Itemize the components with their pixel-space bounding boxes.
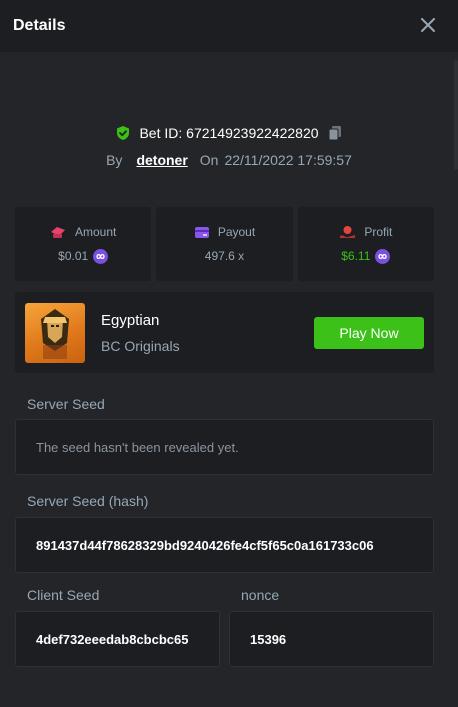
stat-amount-value: $0.01	[58, 249, 89, 263]
stat-amount: Amount $0.01	[15, 207, 152, 281]
server-seed-label: Server Seed	[27, 396, 105, 412]
stat-amount-label: Amount	[74, 224, 117, 239]
stat-amount-value-row: $0.01	[58, 248, 109, 264]
stat-payout-value: 497.6 x	[204, 249, 245, 263]
stat-profit-value: $6.11	[341, 249, 371, 263]
coin-icon	[375, 248, 391, 264]
client-seed-label: Client Seed	[27, 587, 100, 603]
shield-check-icon	[117, 126, 130, 140]
details-header: Details	[0, 0, 458, 52]
server-seed-hash-label: Server Seed (hash)	[27, 493, 149, 509]
stat-payout-label: Payout	[217, 225, 256, 239]
page-title: Details	[13, 17, 66, 34]
close-button[interactable]	[416, 13, 440, 37]
stat-amount-label-row: Amount	[50, 225, 116, 239]
bet-stats: Amount $0.01 Payout 497.6 x Profit $6.11	[15, 207, 434, 281]
game-thumbnail[interactable]	[25, 303, 85, 363]
server-seed-hash-field[interactable]: 891437d44f78628329bd9240426fe4cf5f65c0a1…	[15, 517, 434, 573]
bet-author-row: By detoner On 22/11/2022 17:59:57	[0, 152, 458, 168]
server-seed-field[interactable]: The seed hasn't been revealed yet.	[15, 419, 434, 475]
coin-icon	[93, 248, 109, 264]
bet-id-row: Bet ID: 67214923922422820	[0, 125, 458, 141]
payout-icon	[194, 226, 209, 238]
stat-profit-label: Profit	[364, 224, 393, 239]
stat-payout-label-row: Payout	[194, 225, 255, 239]
nonce-label: nonce	[241, 587, 280, 603]
stat-profit-value-row: $6.11	[341, 248, 391, 264]
on-label: On	[199, 152, 219, 168]
stat-profit-label-row: Profit	[339, 225, 392, 239]
stat-profit: Profit $6.11	[297, 207, 434, 281]
by-label: By	[106, 152, 123, 168]
stat-payout: Payout 497.6 x	[156, 207, 293, 281]
bet-id: Bet ID: 67214923922422820	[139, 125, 319, 141]
game-name: Egyptian	[101, 312, 160, 329]
bet-datetime: 22/11/2022 17:59:57	[224, 152, 352, 168]
close-icon	[421, 18, 435, 32]
game-provider: BC Originals	[101, 338, 180, 354]
pharaoh-icon	[41, 309, 69, 359]
user-link[interactable]: detoner	[136, 152, 187, 168]
copy-icon[interactable]	[327, 125, 343, 141]
stat-payout-value-row: 497.6 x	[205, 249, 244, 263]
client-seed-field[interactable]: 4def732eeedab8cbcbc65	[15, 611, 220, 667]
game-card: Egyptian BC Originals Play Now	[15, 292, 434, 373]
amount-icon	[50, 226, 65, 238]
profit-icon	[340, 225, 356, 238]
nonce-field[interactable]: 15396	[229, 611, 434, 667]
play-now-button[interactable]: Play Now	[314, 317, 424, 349]
